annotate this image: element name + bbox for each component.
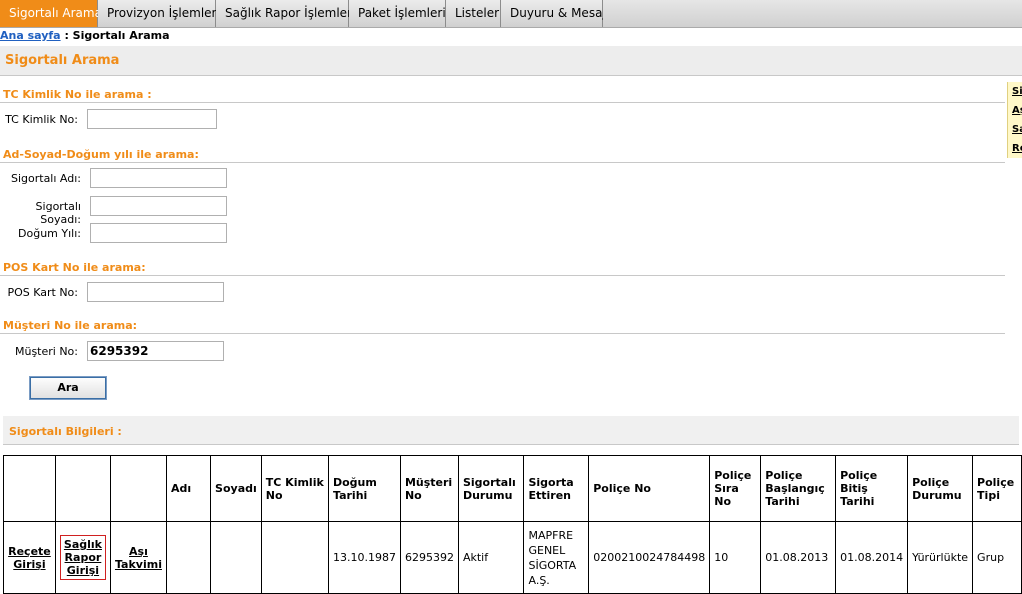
saglik-rapor-girisi-link[interactable]: Sağlık Rapor Girişi xyxy=(59,535,106,580)
side-link[interactable]: Sa xyxy=(1008,120,1022,139)
side-link[interactable]: Re xyxy=(1008,139,1022,158)
table-cell-dogum: 13.10.1987 xyxy=(327,521,401,594)
page-title-bar: Sigortalı Arama xyxy=(0,46,1022,76)
table-cell-adi xyxy=(165,521,212,594)
ara-button[interactable]: Ara xyxy=(29,376,107,400)
tab-paket-islemleri[interactable]: Paket İşlemleri xyxy=(349,0,446,27)
ad-label: Sigortalı Adı: xyxy=(10,172,81,185)
breadcrumb-current: Sigortalı Arama xyxy=(72,29,170,42)
side-links-panel: Sig Aş Sa Re xyxy=(1007,82,1022,158)
table-header xyxy=(109,455,167,522)
table-cell-baslangic: 01.08.2013 xyxy=(760,521,837,594)
table-header-durum: Sigortalı Durumu xyxy=(457,455,525,522)
table-header-bitis: Poliçe Bitiş Tarihi xyxy=(835,455,909,522)
breadcrumb-separator: : xyxy=(60,29,73,42)
table-header-tc: TC Kimlik No xyxy=(260,455,329,522)
breadcrumb-home-link[interactable]: Ana sayfa xyxy=(0,29,61,42)
page-title: Sigortalı Arama xyxy=(5,53,120,68)
soyad-label: Sigortalı Soyadı: xyxy=(35,200,81,226)
table-cell-police-durum: Yürürlükte xyxy=(907,521,974,594)
divider xyxy=(0,102,1005,103)
divider xyxy=(0,275,1005,276)
side-link[interactable]: Aş xyxy=(1008,101,1022,120)
tab-listeler[interactable]: Listeler xyxy=(446,0,501,27)
divider xyxy=(0,162,1005,163)
table-cell-ettiren: MAPFRE GENEL SİGORTA A.Ş. xyxy=(523,521,590,594)
table-header-dogum: Doğum Tarihi xyxy=(327,455,401,522)
table-cell: Aşı Takvimi xyxy=(109,521,167,594)
pos-kart-input[interactable] xyxy=(87,282,224,302)
section-name-title: Ad-Soyad-Doğum yılı ile arama: xyxy=(3,148,199,161)
asi-takvimi-link[interactable]: Aşı Takvimi xyxy=(115,545,162,571)
section-pos-title: POS Kart No ile arama: xyxy=(3,261,146,274)
table-cell-police-no: 0200210024784498 xyxy=(588,521,711,594)
table-header-ettiren: Sigorta Ettiren xyxy=(523,455,590,522)
tc-kimlik-input[interactable] xyxy=(87,109,217,129)
table-header-row: Adı Soyadı TC Kimlik No Doğum Tarihi Müş… xyxy=(3,455,1022,522)
dogum-yili-input[interactable] xyxy=(90,223,227,243)
dogum-label: Doğum Yılı: xyxy=(18,227,81,240)
table-header-musteri: Müşteri No xyxy=(399,455,459,522)
table-header xyxy=(54,455,111,522)
tab-sigortali-arama[interactable]: Sigortalı Arama xyxy=(0,0,102,27)
table-row: Reçete Girişi Sağlık Rapor Girişi Aşı Ta… xyxy=(3,521,1022,594)
table-header-baslangic: Poliçe Başlangıç Tarihi xyxy=(760,455,837,522)
section-tc-title: TC Kimlik No ile arama : xyxy=(3,88,152,101)
table-cell: Reçete Girişi xyxy=(3,521,56,594)
table-header-police-durum: Poliçe Durumu xyxy=(907,455,974,522)
recete-girisi-link[interactable]: Reçete Girişi xyxy=(8,545,51,571)
sigortali-adi-input[interactable] xyxy=(90,168,227,188)
top-nav: Sigortalı Arama Provizyon İşlemleri Sağl… xyxy=(0,0,1022,28)
tab-bar-filler xyxy=(603,0,1022,27)
table-cell-sira: 10 xyxy=(709,521,762,594)
table-cell: Sağlık Rapor Girişi xyxy=(54,521,111,594)
pos-label: POS Kart No: xyxy=(7,286,78,299)
table-cell-soyadi xyxy=(210,521,262,594)
table-header-tip: Poliçe Tipi xyxy=(972,455,1022,522)
musteri-no-input[interactable] xyxy=(87,341,224,361)
table-cell-musteri: 6295392 xyxy=(399,521,459,594)
tc-label: TC Kimlik No: xyxy=(5,113,78,126)
table-cell-tc xyxy=(260,521,329,594)
results-table: Adı Soyadı TC Kimlik No Doğum Tarihi Müş… xyxy=(3,455,1022,594)
tab-provizyon-islemleri[interactable]: Provizyon İşlemleri xyxy=(98,0,220,27)
section-musteri-title: Müşteri No ile arama: xyxy=(3,319,138,332)
table-header-police-no: Poliçe No xyxy=(588,455,711,522)
table-header-sira: Poliçe Sıra No xyxy=(709,455,762,522)
table-cell-tip: Grup xyxy=(972,521,1022,594)
results-title-bar: Sigortalı Bilgileri : xyxy=(3,416,1019,445)
musteri-label: Müşteri No: xyxy=(14,345,78,358)
table-header-soyadi: Soyadı xyxy=(210,455,262,522)
results-title: Sigortalı Bilgileri : xyxy=(9,425,122,438)
breadcrumb: Ana sayfa : Sigortalı Arama xyxy=(0,29,170,42)
sigortali-soyadi-input[interactable] xyxy=(90,196,227,216)
tab-saglik-rapor-islemleri[interactable]: Sağlık Rapor İşlemleri xyxy=(216,0,355,27)
tab-duyuru-mesaj[interactable]: Duyuru & Mesaj xyxy=(501,0,606,27)
table-header-adi: Adı xyxy=(165,455,212,522)
table-cell-durum: Aktif xyxy=(457,521,525,594)
table-header xyxy=(3,455,56,522)
side-link[interactable]: Sig xyxy=(1008,82,1022,101)
divider xyxy=(0,333,1005,334)
table-cell-bitis: 01.08.2014 xyxy=(835,521,909,594)
